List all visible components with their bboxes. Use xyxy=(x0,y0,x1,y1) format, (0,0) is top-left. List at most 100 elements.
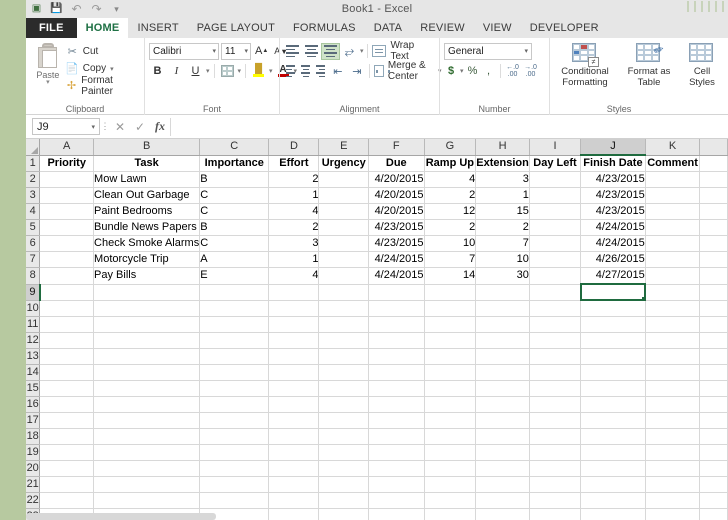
cell-G6[interactable]: 10 xyxy=(424,235,477,252)
cell-G4[interactable]: 12 xyxy=(424,203,477,220)
cell-partial-20[interactable] xyxy=(699,460,728,477)
cut-button[interactable]: ✂ Cut xyxy=(66,44,140,59)
row-header-9[interactable]: 9 xyxy=(26,284,41,301)
row-header-2[interactable]: 2 xyxy=(26,171,41,188)
cell-G16[interactable] xyxy=(424,396,477,413)
cell-C19[interactable] xyxy=(199,444,270,461)
cell-I12[interactable] xyxy=(529,332,582,349)
cell-E21[interactable] xyxy=(318,476,370,493)
cell-B1[interactable]: Task xyxy=(93,155,201,172)
cell-K9[interactable] xyxy=(645,284,701,301)
cell-H17[interactable] xyxy=(475,412,530,429)
row-header-12[interactable]: 12 xyxy=(26,332,41,349)
cell-E19[interactable] xyxy=(318,444,370,461)
cell-partial-22[interactable] xyxy=(699,492,728,509)
tab-formulas[interactable]: FORMULAS xyxy=(284,18,365,38)
cell-F10[interactable] xyxy=(368,300,425,317)
cell-partial-4[interactable] xyxy=(699,203,728,220)
cell-F13[interactable] xyxy=(368,348,425,365)
cell-G19[interactable] xyxy=(424,444,477,461)
cell-K5[interactable] xyxy=(645,219,701,236)
column-header-F[interactable]: F xyxy=(368,139,425,156)
font-size-select[interactable]: 11 ▾ xyxy=(221,42,251,60)
cell-partial-18[interactable] xyxy=(699,428,728,445)
cell-B2[interactable]: Mow Lawn xyxy=(93,171,201,188)
cell-B10[interactable] xyxy=(93,300,201,317)
cell-F11[interactable] xyxy=(368,316,425,333)
cell-D13[interactable] xyxy=(268,348,320,365)
cell-E8[interactable] xyxy=(318,267,370,285)
copy-dropdown-caret-icon[interactable]: ▾ xyxy=(110,65,114,73)
cell-I4[interactable] xyxy=(529,203,582,220)
cell-A11[interactable] xyxy=(39,316,95,333)
cell-I10[interactable] xyxy=(529,300,582,317)
select-all-corner[interactable] xyxy=(26,139,41,156)
row-header-18[interactable]: 18 xyxy=(26,428,41,445)
cell-A20[interactable] xyxy=(39,460,95,477)
cell-C18[interactable] xyxy=(199,428,270,445)
cell-A21[interactable] xyxy=(39,476,95,493)
cell-F12[interactable] xyxy=(368,332,425,349)
cell-K6[interactable] xyxy=(645,235,701,252)
cell-G2[interactable]: 4 xyxy=(424,171,477,188)
cell-B16[interactable] xyxy=(93,396,201,413)
cell-D6[interactable]: 3 xyxy=(268,235,320,252)
cell-F9[interactable] xyxy=(368,284,425,301)
cell-J18[interactable] xyxy=(580,428,646,445)
cell-A6[interactable] xyxy=(39,235,95,252)
cell-H8[interactable]: 30 xyxy=(475,267,530,285)
cell-G9[interactable] xyxy=(424,284,477,301)
cell-H13[interactable] xyxy=(475,348,530,365)
orientation-button[interactable]: ⥂ xyxy=(341,43,358,60)
cell-C7[interactable]: A xyxy=(199,251,270,268)
formula-bar-handle[interactable]: ⋮ xyxy=(100,121,110,132)
currency-caret-icon[interactable]: ▾ xyxy=(460,67,464,75)
cell-D10[interactable] xyxy=(268,300,320,317)
column-header-B[interactable]: B xyxy=(93,139,201,156)
cell-partial-11[interactable] xyxy=(699,316,728,333)
cell-I14[interactable] xyxy=(529,364,582,381)
cell-K21[interactable] xyxy=(645,476,701,493)
cell-D9[interactable] xyxy=(268,284,320,301)
column-header-H[interactable]: H xyxy=(475,139,530,156)
cell-B15[interactable] xyxy=(93,380,201,397)
cell-D11[interactable] xyxy=(268,316,320,333)
format-as-table-button[interactable]: ✏ Format as Table xyxy=(618,42,680,88)
paste-button[interactable]: Paste ▾ xyxy=(30,41,66,86)
cell-J7[interactable]: 4/26/2015 xyxy=(580,251,646,268)
close-button[interactable] xyxy=(715,1,724,12)
cell-A19[interactable] xyxy=(39,444,95,461)
tab-review[interactable]: REVIEW xyxy=(411,18,474,38)
formula-input[interactable] xyxy=(170,117,726,136)
cell-E1[interactable]: Urgency xyxy=(318,155,370,172)
cell-B19[interactable] xyxy=(93,444,201,461)
row-header-11[interactable]: 11 xyxy=(26,316,41,333)
column-header-E[interactable]: E xyxy=(318,139,370,156)
currency-format-button[interactable]: $ xyxy=(444,65,458,77)
cell-C20[interactable] xyxy=(199,460,270,477)
cell-G20[interactable] xyxy=(424,460,477,477)
cell-G22[interactable] xyxy=(424,492,477,509)
cell-K13[interactable] xyxy=(645,348,701,365)
cell-C11[interactable] xyxy=(199,316,270,333)
orientation-caret-icon[interactable]: ▾ xyxy=(360,47,364,55)
cell-A8[interactable] xyxy=(39,267,95,285)
cell-I21[interactable] xyxy=(529,476,582,493)
cell-E10[interactable] xyxy=(318,300,370,317)
cell-K1[interactable]: Comment xyxy=(645,155,701,172)
cell-B7[interactable]: Motorcycle Trip xyxy=(93,251,201,268)
row-header-15[interactable]: 15 xyxy=(26,380,41,397)
cell-E13[interactable] xyxy=(318,348,370,365)
cell-partial-14[interactable] xyxy=(699,364,728,381)
wrap-text-button[interactable]: Wrap Text xyxy=(372,40,435,62)
cell-F18[interactable] xyxy=(368,428,425,445)
cell-J19[interactable] xyxy=(580,444,646,461)
row-header-20[interactable]: 20 xyxy=(26,460,41,477)
cell-E9[interactable] xyxy=(318,284,370,301)
cell-E4[interactable] xyxy=(318,203,370,220)
cancel-icon[interactable]: ✕ xyxy=(110,120,130,134)
cell-F3[interactable]: 4/20/2015 xyxy=(368,187,425,204)
column-header-D[interactable]: D xyxy=(268,139,320,156)
cell-C2[interactable]: B xyxy=(199,171,270,188)
cell-A15[interactable] xyxy=(39,380,95,397)
